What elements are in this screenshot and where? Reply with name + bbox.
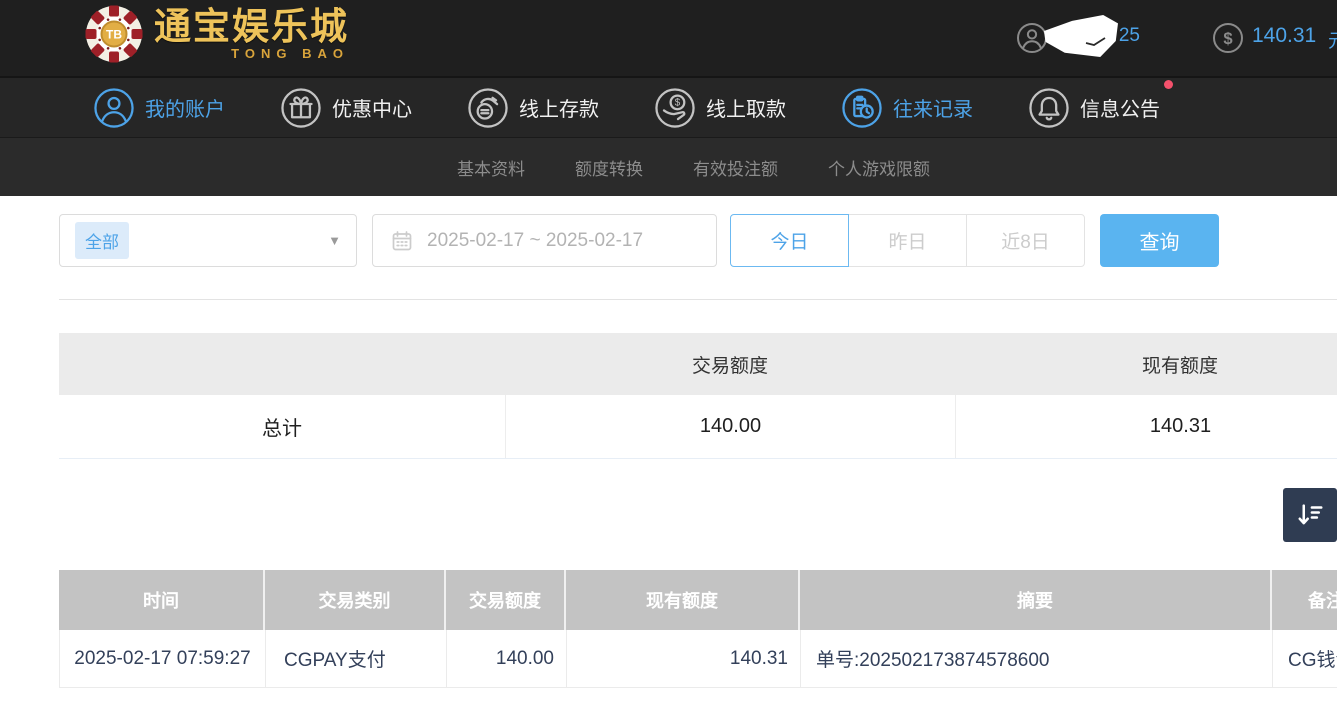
nav-item-label: 往来记录 [893, 93, 973, 122]
sort-descending-button[interactable] [1283, 488, 1337, 542]
redaction-pen-mark [1085, 36, 1107, 48]
brand-logo: TB 通宝娱乐城 TONG BAO [84, 4, 349, 64]
last-8-days-button[interactable]: 近8日 [966, 214, 1085, 267]
chevron-down-icon: ▼ [328, 233, 341, 248]
yesterday-button[interactable]: 昨日 [848, 214, 967, 267]
subnav-item-basic-info[interactable]: 基本资料 [457, 155, 525, 180]
top-header: TB 通宝娱乐城 TONG BAO 25 $ 140.31 元 [0, 0, 1337, 76]
nav-item-transaction-records[interactable]: 往来记录 [841, 87, 973, 129]
records-table: 时间 交易类别 交易额度 现有额度 摘要 备注 2025-02-17 07:59… [59, 570, 1337, 688]
nav-item-label: 优惠中心 [332, 93, 412, 122]
svg-text:$: $ [1223, 29, 1233, 48]
dollar-coin-icon: $ [1212, 22, 1244, 54]
records-clipboard-clock-icon [841, 87, 883, 129]
cell-time: 2025-02-17 07:59:27 [60, 630, 266, 687]
main-navigation: 我的账户 优惠中心 线上存款 $ [0, 76, 1337, 138]
today-button[interactable]: 今日 [730, 214, 849, 267]
subnav-item-game-limits[interactable]: 个人游戏限额 [828, 155, 930, 180]
withdraw-hand-dollar-icon: $ [654, 87, 696, 129]
col-header-time: 时间 [59, 570, 265, 630]
notification-dot [1164, 80, 1173, 89]
transaction-type-select[interactable]: 全部 ▼ [59, 214, 357, 267]
col-header-type: 交易类别 [265, 570, 446, 630]
selected-type-chip: 全部 [75, 222, 129, 259]
nav-item-deposit[interactable]: 线上存款 [467, 87, 599, 129]
svg-text:$: $ [675, 97, 681, 108]
chip-tb-text: TB [106, 28, 122, 42]
summary-total-row: 总计 140.00 140.31 [59, 395, 1337, 459]
date-range-value: 2025-02-17 ~ 2025-02-17 [427, 230, 643, 252]
calendar-icon [390, 229, 414, 253]
col-header-remark: 备注 [1272, 570, 1337, 630]
summary-table: 交易额度 现有额度 总计 140.00 140.31 [59, 333, 1337, 459]
cell-remark: CG钱包 [1273, 630, 1337, 687]
summary-transaction-value: 140.00 [505, 395, 955, 458]
subnav-item-valid-bets[interactable]: 有效投注额 [693, 155, 778, 180]
summary-header-balance: 现有额度 [955, 351, 1337, 378]
quick-date-buttons: 今日 昨日 近8日 [730, 214, 1085, 267]
cell-summary: 单号:202502173874578600 [801, 630, 1273, 687]
records-header-row: 时间 交易类别 交易额度 现有额度 摘要 备注 [59, 570, 1337, 630]
nav-item-promotions[interactable]: 优惠中心 [280, 87, 412, 129]
summary-total-label: 总计 [59, 412, 505, 441]
cell-type: CGPAY支付 [266, 630, 447, 687]
date-range-picker[interactable]: 2025-02-17 ~ 2025-02-17 [372, 214, 717, 267]
bell-icon [1028, 87, 1070, 129]
summary-header-transaction: 交易额度 [505, 351, 955, 378]
balance-amount: 140.31 [1252, 24, 1316, 48]
subnav-item-credit-transfer[interactable]: 额度转换 [575, 155, 643, 180]
nav-item-my-account[interactable]: 我的账户 [93, 87, 225, 129]
main-content: 全部 ▼ 2025-02-17 ~ 2025-02-17 今日 昨日 近8日 查… [0, 196, 1337, 707]
summary-balance-value: 140.31 [955, 395, 1337, 458]
balance-currency: 元 [1328, 26, 1337, 53]
col-header-amount: 交易额度 [446, 570, 566, 630]
nav-item-label: 线上取款 [706, 93, 786, 122]
nav-item-label: 我的账户 [145, 93, 225, 122]
col-header-balance: 现有额度 [566, 570, 800, 630]
table-row: 2025-02-17 07:59:27 CGPAY支付 140.00 140.3… [59, 630, 1337, 688]
user-avatar-icon [1016, 22, 1048, 54]
gift-icon [280, 87, 322, 129]
section-divider [59, 299, 1337, 300]
deposit-hand-coin-icon [467, 87, 509, 129]
nav-item-withdraw[interactable]: $ 线上取款 [654, 87, 786, 129]
account-person-icon [93, 87, 135, 129]
nav-item-label: 线上存款 [519, 93, 599, 122]
search-button[interactable]: 查询 [1100, 214, 1219, 267]
nav-item-label: 信息公告 [1080, 93, 1160, 122]
sub-navigation: 基本资料 额度转换 有效投注额 个人游戏限额 [0, 138, 1337, 196]
nav-item-announcements[interactable]: 信息公告 [1028, 87, 1160, 129]
col-header-summary: 摘要 [800, 570, 1272, 630]
cell-amount: 140.00 [447, 630, 567, 687]
brand-title-cn: 通宝娱乐城 [154, 8, 349, 45]
sort-descending-icon [1295, 500, 1325, 530]
brand-title-en: TONG BAO [154, 47, 349, 60]
cell-balance: 140.31 [567, 630, 801, 687]
summary-header-row: 交易额度 现有额度 [59, 333, 1337, 395]
poker-chip-icon: TB [84, 4, 144, 64]
